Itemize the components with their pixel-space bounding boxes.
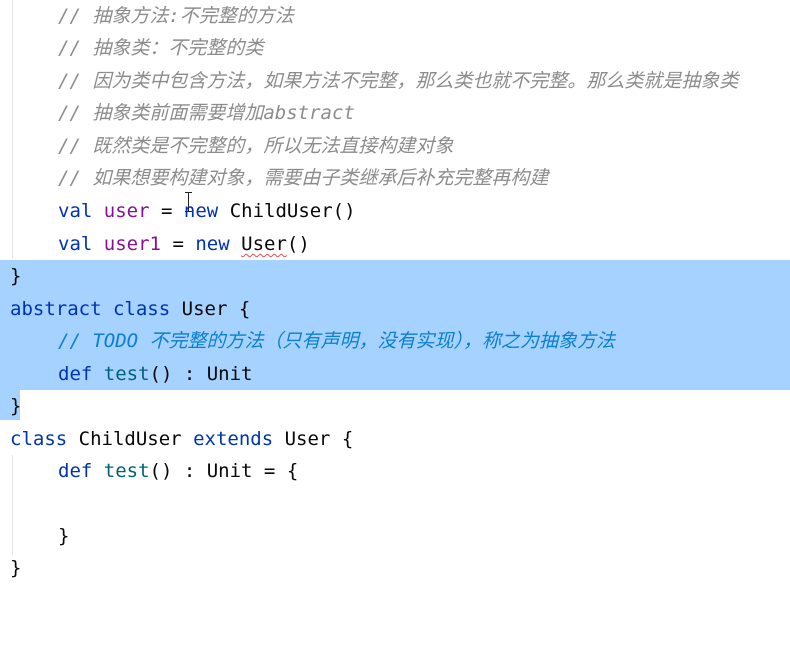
keyword: class	[112, 298, 171, 320]
code-line[interactable]: // 既然类是不完整的，所以无法直接构建对象	[0, 130, 790, 162]
keyword: abstract	[10, 298, 102, 320]
variable-name: user1	[103, 233, 161, 255]
code-line[interactable]: def test() : Unit = {	[0, 455, 790, 487]
code-line[interactable]: // 抽象类前面需要增加abstract	[0, 97, 790, 129]
code-editor[interactable]: // 抽象方法:不完整的方法 // 抽象类：不完整的类 // 因为类中包含方法，…	[0, 0, 790, 585]
closing-brace: }	[58, 525, 70, 547]
keyword: def	[58, 460, 93, 482]
code-line[interactable]: }	[0, 390, 790, 422]
function-name: test	[103, 460, 150, 482]
signature: () : Unit = {	[149, 460, 299, 482]
code-line[interactable]: // 如果想要构建对象，需要由子类继承后补充完整再构建	[0, 162, 790, 194]
function-name: test	[103, 363, 150, 385]
code-line[interactable]: // 因为类中包含方法，如果方法不完整，那么类也就不完整。那么类就是抽象类	[0, 65, 790, 97]
code-line[interactable]: }	[0, 520, 790, 552]
code-line[interactable]: // TODO 不完整的方法（只有声明，没有实现），称之为抽象方法	[0, 325, 790, 357]
closing-brace: }	[10, 395, 22, 417]
keyword: new	[195, 233, 230, 255]
code-line[interactable]: }	[0, 260, 790, 292]
comment: // 既然类是不完整的，所以无法直接构建对象	[58, 135, 454, 157]
parens: ()	[332, 200, 356, 222]
keyword: class	[10, 428, 68, 450]
closing-brace: }	[10, 557, 22, 579]
code-line[interactable]: val user1 = new User()	[0, 228, 790, 260]
comment: // 抽象类：不完整的类	[58, 37, 264, 59]
code-line[interactable]: abstract class User {	[0, 293, 790, 325]
comment: // 抽象类前面需要增加abstract	[58, 102, 355, 124]
variable-name: user	[103, 200, 150, 222]
keyword: def	[58, 363, 93, 385]
closing-brace: }	[10, 265, 22, 287]
opening-brace: {	[238, 298, 251, 320]
signature: () : Unit	[149, 363, 253, 385]
parent-class: User	[284, 428, 331, 450]
opening-brace: {	[341, 428, 354, 450]
class-ref: ChildUser	[229, 200, 333, 222]
code-line[interactable]	[0, 488, 790, 520]
class-name: User	[181, 298, 228, 320]
code-line[interactable]: def test() : Unit	[0, 358, 790, 390]
operator: =	[172, 233, 184, 255]
class-ref-error: User	[241, 233, 287, 255]
code-line[interactable]: }	[0, 552, 790, 584]
class-name: ChildUser	[78, 428, 182, 450]
code-line[interactable]: class ChildUser extends User {	[0, 423, 790, 455]
text-cursor-icon	[184, 192, 194, 212]
code-line[interactable]: val user = new ChildUser()	[0, 195, 790, 227]
todo-comment: // TODO 不完整的方法（只有声明，没有实现），称之为抽象方法	[58, 330, 616, 352]
code-line[interactable]: // 抽象方法:不完整的方法	[0, 0, 790, 32]
comment: // 如果想要构建对象，需要由子类继承后补充完整再构建	[58, 167, 549, 189]
operator: =	[161, 200, 173, 222]
keyword: val	[58, 200, 93, 222]
todo-tag: TODO	[92, 330, 139, 352]
keyword: val	[58, 233, 93, 255]
comment: // 抽象方法:不完整的方法	[58, 5, 294, 27]
code-line[interactable]: // 抽象类：不完整的类	[0, 32, 790, 64]
parens: ()	[286, 233, 310, 255]
keyword: extends	[193, 428, 274, 450]
comment: // 因为类中包含方法，如果方法不完整，那么类也就不完整。那么类就是抽象类	[58, 70, 739, 92]
